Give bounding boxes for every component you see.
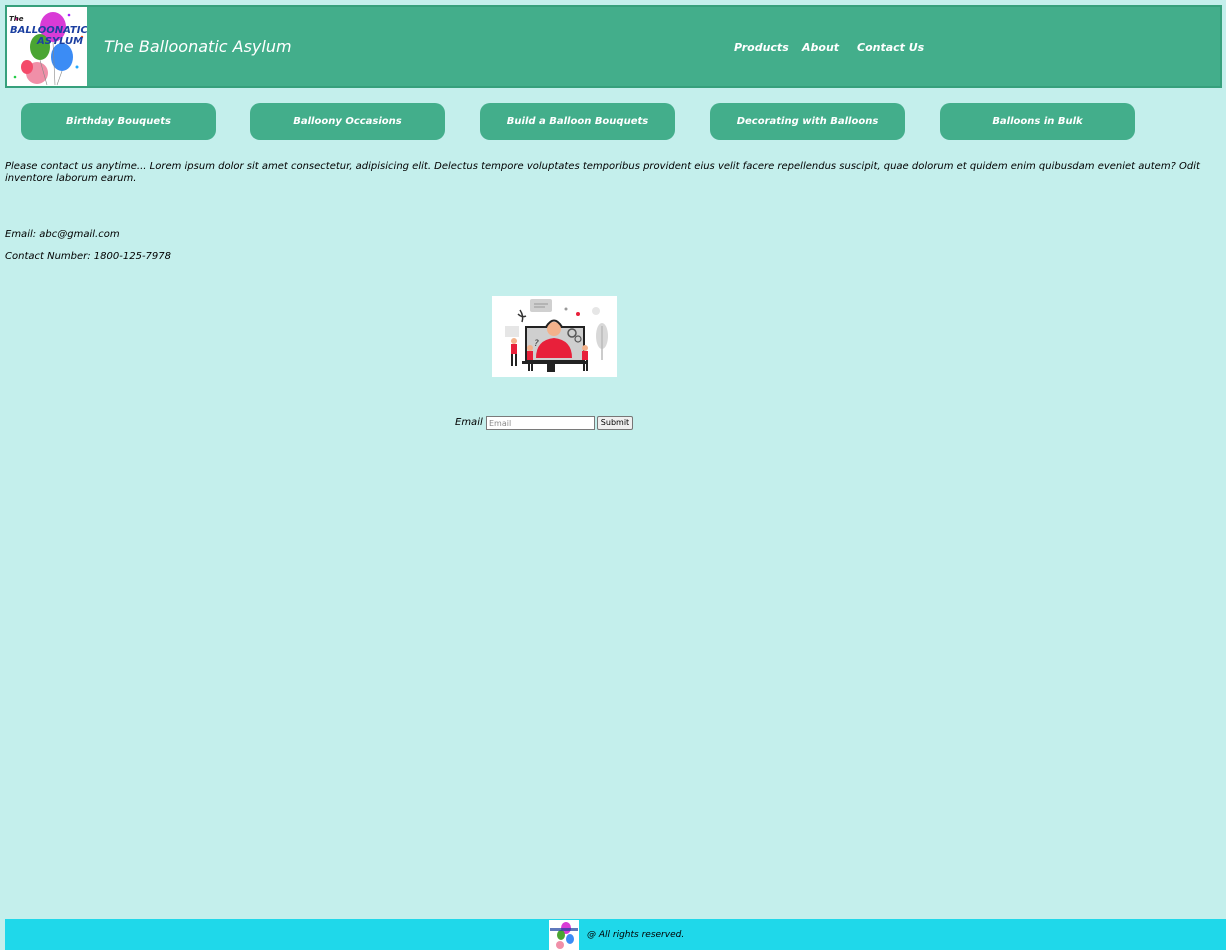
nav-products-link[interactable]: Products [734, 41, 789, 54]
category-build-bouquets-button[interactable]: Build a Balloon Bouquets [480, 103, 675, 140]
customer-support-illustration: ? [492, 296, 617, 377]
svg-text:The: The [9, 15, 24, 23]
site-header: The BALLOONATIC ASYLUM The Balloonatic A… [5, 5, 1222, 88]
category-decorating-button[interactable]: Decorating with Balloons [710, 103, 905, 140]
footer-copyright-text: @ All rights reserved. [587, 930, 685, 940]
svg-text:BALLOONATIC: BALLOONATIC [10, 25, 87, 36]
svg-text:ASYLUM: ASYLUM [36, 36, 83, 47]
svg-text:?: ? [534, 339, 539, 349]
contact-email-text: Email: abc@gmail.com [5, 229, 120, 240]
category-balloons-bulk-button[interactable]: Balloons in Bulk [940, 103, 1135, 140]
nav-about-link[interactable]: About [802, 41, 839, 54]
balloon-logo-graphic: The BALLOONATIC ASYLUM [7, 7, 87, 86]
site-footer: @ All rights reserved. [5, 919, 1226, 950]
contact-phone-text: Contact Number: 1800-125-7978 [5, 251, 172, 262]
nav-contact-link[interactable]: Contact Us [857, 41, 924, 54]
contact-intro-text: Please contact us anytime... Lorem ipsum… [5, 161, 1200, 184]
category-birthday-bouquets-button[interactable]: Birthday Bouquets [21, 103, 216, 140]
email-input[interactable] [486, 416, 595, 430]
site-title: The Balloonatic Asylum [104, 37, 292, 56]
footer-logo [549, 920, 579, 950]
site-logo[interactable]: The BALLOONATIC ASYLUM [7, 7, 87, 86]
email-label: Email [455, 417, 483, 428]
submit-button[interactable]: Submit [597, 416, 633, 430]
category-balloony-occasions-button[interactable]: Balloony Occasions [250, 103, 445, 140]
